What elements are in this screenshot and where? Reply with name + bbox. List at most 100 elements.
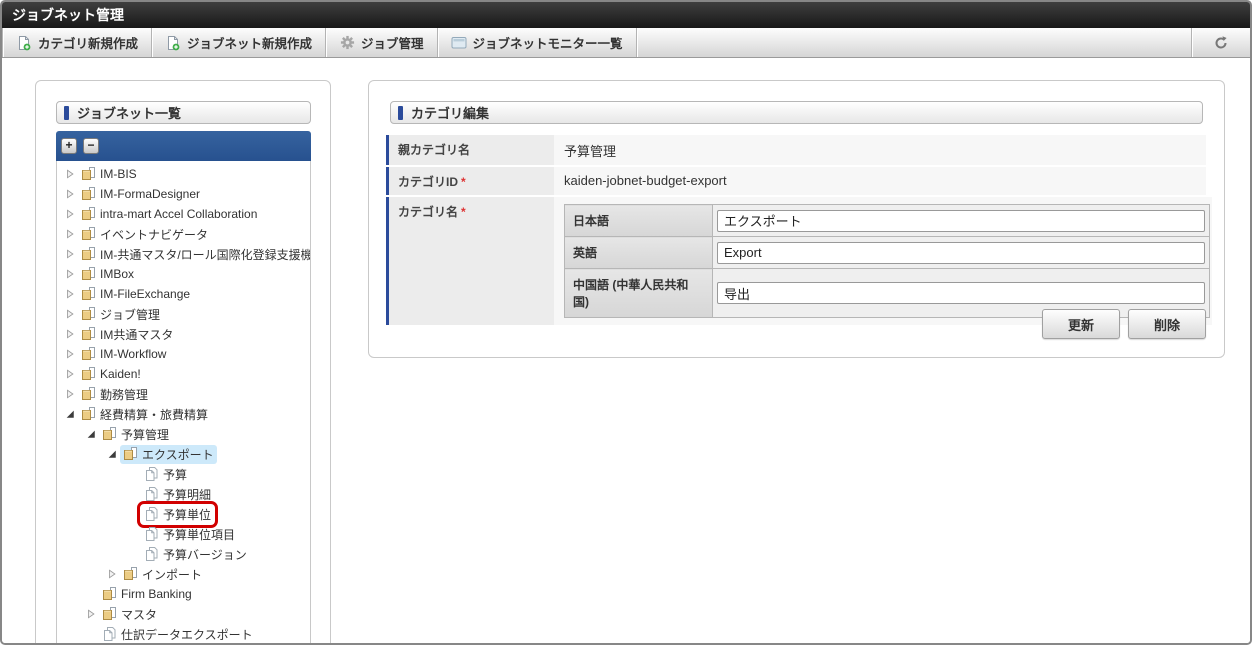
- toolbar-button[interactable]: カテゴリ新規作成: [3, 28, 151, 57]
- tree-item[interactable]: 経費精算・旅費精算: [57, 404, 310, 424]
- tree-item-content[interactable]: 仕訳データエクスポート: [99, 625, 256, 644]
- delete-button[interactable]: 削除: [1128, 309, 1206, 339]
- folder-icon: [102, 586, 118, 602]
- tree-item-label: intra-mart Accel Collaboration: [100, 207, 258, 221]
- tree-item-label: 予算明細: [163, 487, 212, 502]
- tree-item-content[interactable]: IM-FileExchange: [78, 285, 193, 303]
- tree-item[interactable]: Kaiden!: [57, 364, 310, 384]
- folder-icon: [102, 426, 118, 442]
- tree-item-content[interactable]: インポート: [120, 565, 205, 584]
- tree-item-content[interactable]: 予算単位項目: [141, 525, 238, 544]
- tree-item-content[interactable]: intra-mart Accel Collaboration: [78, 205, 260, 223]
- tree-item[interactable]: 予算明細: [57, 484, 310, 504]
- tree-item[interactable]: Firm Banking: [57, 584, 310, 604]
- expand-icon[interactable]: [104, 568, 120, 580]
- expand-icon[interactable]: [62, 388, 78, 400]
- tree-item[interactable]: intra-mart Accel Collaboration: [57, 204, 310, 224]
- tree-item-content[interactable]: 勤務管理: [78, 385, 151, 404]
- expand-icon[interactable]: [62, 248, 78, 260]
- tree-item[interactable]: 勤務管理: [57, 384, 310, 404]
- jobnet-list-title: ジョブネット一覧: [77, 106, 182, 121]
- expand-icon[interactable]: [62, 308, 78, 320]
- toolbar-right-group: [1191, 28, 1250, 57]
- tree-item[interactable]: 予算管理: [57, 424, 310, 444]
- tree-item-content[interactable]: IM共通マスタ: [78, 325, 176, 344]
- folder-icon: [81, 366, 97, 382]
- new-document-icon: [165, 35, 181, 51]
- tree-item[interactable]: インポート: [57, 564, 310, 584]
- tree-item[interactable]: 予算バージョン: [57, 544, 310, 564]
- refresh-button[interactable]: [1192, 28, 1250, 57]
- expand-icon[interactable]: [62, 188, 78, 200]
- tree-item[interactable]: IM-Workflow: [57, 344, 310, 364]
- tree-item[interactable]: マスタ: [57, 604, 310, 624]
- tree-item-content[interactable]: マスタ: [99, 605, 160, 624]
- tree-item-content[interactable]: 経費精算・旅費精算: [78, 405, 211, 424]
- expand-icon[interactable]: [62, 168, 78, 180]
- expand-icon[interactable]: [83, 608, 99, 620]
- tree-item-content[interactable]: IM-Workflow: [78, 345, 169, 363]
- toolbar-button[interactable]: ジョブネット新規作成: [152, 28, 325, 57]
- collapse-icon[interactable]: [104, 448, 120, 460]
- tree-item[interactable]: ジョブ管理: [57, 304, 310, 324]
- toolbar-button[interactable]: ジョブネットモニター一覧: [438, 28, 636, 57]
- collapse-icon[interactable]: [62, 408, 78, 420]
- tree-item[interactable]: IM-FormaDesigner: [57, 184, 310, 204]
- tree-item[interactable]: 予算単位項目: [57, 524, 310, 544]
- expand-icon[interactable]: [62, 228, 78, 240]
- header-accent-bar: [64, 105, 69, 120]
- locale-input[interactable]: [717, 241, 1205, 264]
- tree-item[interactable]: イベントナビゲータ: [57, 224, 310, 244]
- tree-item-label: 予算単位項目: [163, 527, 236, 542]
- tree-item[interactable]: 予算単位: [57, 500, 310, 528]
- locale-row: 英語: [564, 236, 1210, 269]
- tree-item-content[interactable]: 予算管理: [99, 425, 172, 444]
- tree-item-label: IMBox: [100, 267, 135, 281]
- tree-item-content[interactable]: IM-FormaDesigner: [78, 185, 203, 203]
- form-actions: 更新 削除: [1042, 309, 1206, 339]
- update-button[interactable]: 更新: [1042, 309, 1120, 339]
- page-title: ジョブネット管理: [12, 7, 124, 23]
- collapse-all-button[interactable]: −: [83, 138, 99, 154]
- document-icon: [144, 546, 160, 562]
- expand-icon[interactable]: [62, 368, 78, 380]
- category-edit-header: カテゴリ編集: [390, 101, 1203, 124]
- tree-item[interactable]: エクスポート: [57, 444, 310, 464]
- tree-item-content[interactable]: 予算明細: [141, 485, 214, 504]
- expand-icon[interactable]: [62, 348, 78, 360]
- tree-item[interactable]: IM共通マスタ: [57, 324, 310, 344]
- tree-item-label: IM-FormaDesigner: [100, 187, 201, 201]
- tree-item[interactable]: IM-BIS: [57, 164, 310, 184]
- tree-item-label: インポート: [142, 567, 203, 582]
- tree-item-content[interactable]: IMBox: [78, 265, 137, 283]
- toolbar-button[interactable]: ジョブ管理: [326, 28, 437, 57]
- expand-icon[interactable]: [62, 208, 78, 220]
- locale-label: 英語: [564, 236, 713, 269]
- tree-item-content[interactable]: 予算: [141, 465, 190, 484]
- tree-item-content[interactable]: 予算単位: [136, 500, 219, 528]
- tree-item[interactable]: IM-共通マスタ/ロール国際化登録支援機: [57, 244, 310, 264]
- tree-item-content[interactable]: 予算バージョン: [141, 545, 250, 564]
- expand-all-button[interactable]: +: [61, 138, 77, 154]
- tree-item-content[interactable]: イベントナビゲータ: [78, 225, 211, 244]
- tree-item-content[interactable]: IM-BIS: [78, 165, 140, 183]
- tree-item-content[interactable]: Firm Banking: [99, 585, 195, 603]
- tree-item-content[interactable]: エクスポート: [120, 444, 217, 464]
- category-edit-panel: カテゴリ編集 親カテゴリ名* 予算管理 カテゴリID* kaiden-jobne…: [368, 80, 1225, 358]
- expand-icon[interactable]: [62, 268, 78, 280]
- toolbar: カテゴリ新規作成 ジョブネット新規作成 ジョブ管理 ジョブネットモニター一覧: [2, 28, 1250, 58]
- locale-input[interactable]: [717, 209, 1205, 232]
- collapse-icon[interactable]: [83, 428, 99, 440]
- tree-item-content[interactable]: ジョブ管理: [78, 305, 163, 324]
- expand-icon[interactable]: [62, 288, 78, 300]
- tree-item-content[interactable]: IM-共通マスタ/ロール国際化登録支援機: [78, 245, 310, 264]
- tree-item[interactable]: IMBox: [57, 264, 310, 284]
- expand-icon[interactable]: [62, 328, 78, 340]
- locale-input[interactable]: [717, 282, 1205, 304]
- tree-item-content[interactable]: Kaiden!: [78, 365, 144, 383]
- folder-icon: [81, 266, 97, 282]
- tree-item[interactable]: 仕訳データエクスポート: [57, 624, 310, 644]
- tree-item[interactable]: IM-FileExchange: [57, 284, 310, 304]
- tree-item[interactable]: 予算: [57, 464, 310, 484]
